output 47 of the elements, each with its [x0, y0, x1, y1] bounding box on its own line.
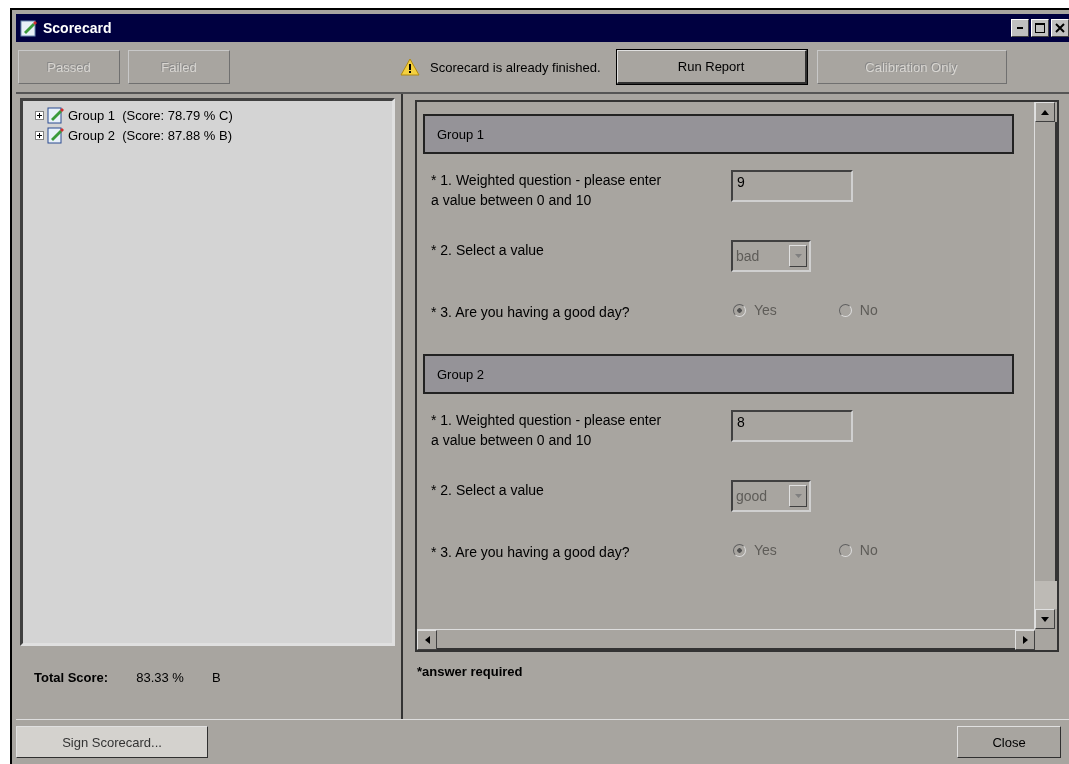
- radio-label: No: [859, 302, 878, 318]
- maximize-icon: [1035, 23, 1045, 33]
- radio-button[interactable]: [733, 543, 746, 557]
- question-label: * 2. Select a value: [431, 241, 545, 260]
- question-label: * 1. Weighted question - please enter a value between 0 and 10: [431, 411, 663, 450]
- radio-label: Yes: [754, 302, 777, 318]
- scroll-left-icon[interactable]: [424, 636, 430, 644]
- expander-icon[interactable]: [35, 110, 44, 120]
- close-button[interactable]: Close: [957, 726, 1061, 758]
- question-label: * 2. Select a value: [431, 481, 545, 500]
- radio-label: Yes: [754, 542, 777, 558]
- toolbar-button[interactable]: Run Report: [616, 50, 807, 84]
- total-score-label: Total Score:: [34, 670, 109, 685]
- notepad-icon: [20, 19, 38, 37]
- window-title: Scorecard: [43, 20, 112, 36]
- total-score-grade: B: [211, 670, 221, 685]
- question-label: * 1. Weighted question - please enter a value between 0 and 10: [431, 171, 663, 210]
- question-label: * 3. Are you having a good day?: [431, 543, 631, 562]
- scrollbar-thumb[interactable]: [1035, 581, 1057, 609]
- maximize-button[interactable]: [1031, 19, 1049, 37]
- close-icon: [1055, 23, 1065, 33]
- total-score-value: 83.33 %: [136, 670, 184, 685]
- group-header: Group 1: [423, 114, 1014, 154]
- expander-icon[interactable]: [35, 130, 44, 140]
- vertical-scrollbar[interactable]: [1034, 102, 1057, 629]
- minimize-button[interactable]: [1011, 19, 1029, 37]
- dropdown-arrow-icon: [794, 254, 802, 258]
- scroll-right-icon[interactable]: [1022, 636, 1028, 644]
- dropdown-arrow-icon: [794, 494, 802, 498]
- input-field[interactable]: 9: [731, 170, 853, 202]
- input-field[interactable]: 8: [731, 410, 853, 442]
- group-header: Group 2: [423, 354, 1014, 394]
- scroll-down-icon[interactable]: [1041, 616, 1049, 622]
- scroll-up-icon[interactable]: [1041, 109, 1049, 115]
- notepad-icon: [47, 106, 65, 124]
- notepad-icon: [47, 126, 65, 144]
- radio-label: No: [859, 542, 878, 558]
- minimize-icon: [1017, 27, 1023, 29]
- warning-icon: [400, 58, 420, 76]
- tree-item[interactable]: Group 2 (Score: 87.88 % B): [68, 127, 233, 143]
- question-label: * 3. Are you having a good day?: [431, 303, 631, 322]
- status-message: Scorecard is already finished.: [430, 59, 601, 75]
- tree-item[interactable]: Group 1 (Score: 78.79 % C): [68, 107, 233, 123]
- footnote: *answer required: [416, 663, 524, 679]
- sign-scorecard-button[interactable]: Sign Scorecard...: [16, 726, 208, 758]
- close-button[interactable]: [1051, 19, 1069, 37]
- radio-button[interactable]: [733, 303, 746, 317]
